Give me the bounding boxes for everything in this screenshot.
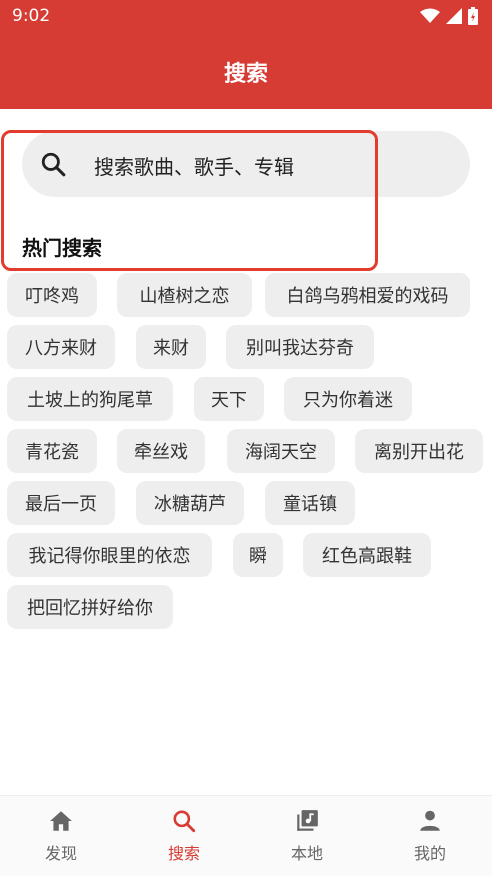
search-placeholder: 搜索歌曲、歌手、专辑 (94, 155, 294, 179)
page-title: 搜索 (223, 62, 268, 87)
hot-search-chip[interactable]: 我记得你眼里的依恋 (7, 533, 212, 577)
chip-row: 我记得你眼里的依恋 瞬 红色高跟鞋 (7, 533, 487, 585)
chip-row: 最后一页 冰糖葫芦 童话镇 (7, 481, 487, 533)
hot-search-chip[interactable]: 童话镇 (265, 481, 355, 525)
nav-label: 发现 (44, 844, 77, 863)
chip-row: 青花瓷 牵丝戏 海阔天空 离别开出花 (7, 429, 487, 481)
hot-search-chip[interactable]: 红色高跟鞋 (303, 533, 431, 577)
hot-search-chip[interactable]: 海阔天空 (227, 429, 335, 473)
hot-search-chips: 叮咚鸡 山楂树之恋 白鸽乌鸦相爱的戏码 八方来财 来财 别叫我达芬奇 土坡上的狗… (7, 273, 487, 637)
hot-search-chip[interactable]: 山楂树之恋 (117, 273, 252, 317)
nav-label: 搜索 (167, 844, 200, 863)
hot-search-chip[interactable]: 青花瓷 (7, 429, 97, 473)
hot-search-chip[interactable]: 土坡上的狗尾草 (7, 377, 173, 421)
nav-item-mine[interactable]: 我的 (390, 808, 470, 868)
library-music-icon (297, 810, 318, 831)
chip-row: 土坡上的狗尾草 天下 只为你着迷 (7, 377, 487, 429)
hot-search-chip[interactable]: 最后一页 (7, 481, 115, 525)
person-icon (420, 810, 440, 831)
battery-icon (468, 7, 478, 25)
bottom-nav: 发现 搜索 本地 我的 (0, 795, 492, 876)
home-icon (50, 811, 72, 831)
hot-search-chip[interactable]: 别叫我达芬奇 (226, 325, 374, 369)
hot-search-chip[interactable]: 瞬 (233, 533, 283, 577)
nav-label: 我的 (413, 844, 446, 863)
status-icons (420, 7, 478, 25)
nav-item-search[interactable]: 搜索 (144, 808, 224, 868)
hot-search-chip[interactable]: 白鸽乌鸦相爱的戏码 (265, 273, 470, 317)
nav-label: 本地 (290, 844, 323, 863)
hot-search-chip[interactable]: 叮咚鸡 (7, 273, 97, 317)
hot-search-title: 热门搜索 (22, 236, 102, 260)
chip-row: 把回忆拼好给你 (7, 585, 487, 637)
hot-search-chip[interactable]: 牵丝戏 (117, 429, 205, 473)
status-bar: 9:02 (0, 0, 492, 32)
hot-search-chip[interactable]: 来财 (136, 325, 206, 369)
chip-row: 叮咚鸡 山楂树之恋 白鸽乌鸦相爱的戏码 (7, 273, 487, 325)
hot-search-chip[interactable]: 离别开出花 (355, 429, 483, 473)
nav-item-local[interactable]: 本地 (267, 808, 347, 868)
search-icon (41, 152, 66, 177)
search-input[interactable]: 搜索歌曲、歌手、专辑 (22, 131, 470, 197)
nav-item-discover[interactable]: 发现 (21, 808, 101, 868)
chip-row: 八方来财 来财 别叫我达芬奇 (7, 325, 487, 377)
hot-search-chip[interactable]: 八方来财 (7, 325, 115, 369)
signal-icon (446, 8, 462, 24)
search-icon (173, 810, 196, 833)
wifi-icon (420, 8, 440, 23)
hot-search-chip[interactable]: 冰糖葫芦 (136, 481, 244, 525)
hot-search-chip[interactable]: 只为你着迷 (284, 377, 412, 421)
app-bar: 搜索 (0, 32, 492, 109)
hot-search-chip[interactable]: 天下 (194, 377, 264, 421)
hot-search-chip[interactable]: 把回忆拼好给你 (7, 585, 173, 629)
status-time: 9:02 (12, 6, 51, 26)
